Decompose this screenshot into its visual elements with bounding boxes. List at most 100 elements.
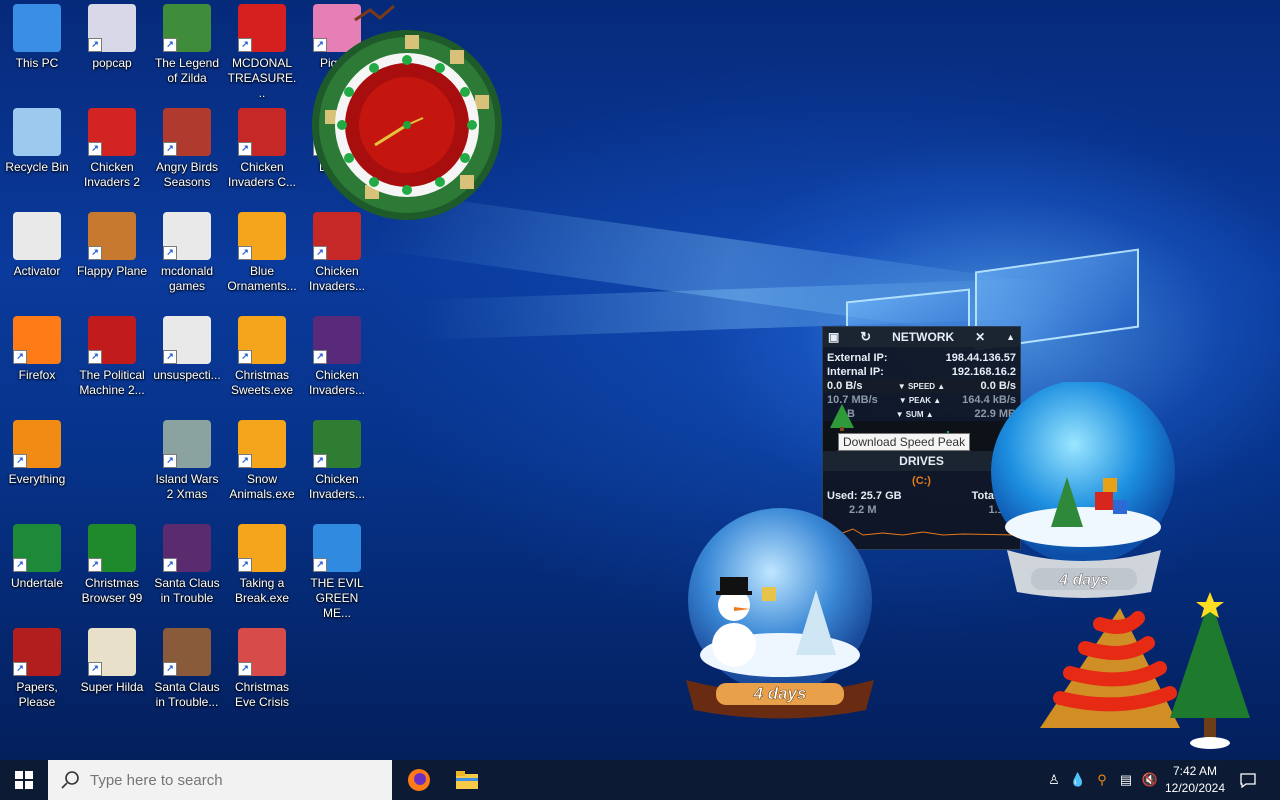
desktop-icon-label: The Legend of Zilda: [154, 56, 220, 85]
desktop-icon-label: Christmas Eve Crisis: [234, 680, 289, 709]
desktop-icon[interactable]: ↗ Christmas Browser 99: [75, 524, 149, 606]
desktop-icon-label: Chicken Invaders...: [308, 472, 366, 501]
shortcut-arrow-icon: ↗: [88, 350, 102, 364]
chicken-invaders-icon: ↗: [238, 108, 286, 156]
desktop-icon-label: Super Hilda: [80, 680, 144, 694]
desktop-icon[interactable]: ↗ MCDONAL TREASURE...: [225, 4, 299, 101]
collapse-icon[interactable]: ▲: [1006, 332, 1015, 342]
action-center-notification-icon[interactable]: [1238, 770, 1258, 790]
desktop[interactable]: This PC Recycle Bin Activator ↗ Firefox ↗ Ever…: [0, 0, 1280, 760]
shortcut-arrow-icon: ↗: [163, 38, 177, 52]
shortcut-arrow-icon: ↗: [238, 350, 252, 364]
people-tray-icon[interactable]: ♙: [1044, 770, 1064, 790]
desktop-icon[interactable]: ↗ Undertale: [0, 524, 74, 591]
santa-claus-icon: ↗: [163, 628, 211, 676]
desktop-icon[interactable]: This PC: [0, 4, 74, 71]
desktop-icon[interactable]: ↗ Santa Claus in Trouble...: [150, 628, 224, 710]
network-tray-icon[interactable]: ▤: [1116, 770, 1136, 790]
desktop-icon[interactable]: ↗ Christmas Eve Crisis: [225, 628, 299, 710]
desktop-icon[interactable]: ↗ Angry Birds Seasons: [150, 108, 224, 190]
shortcut-arrow-icon: ↗: [88, 38, 102, 52]
desktop-icon[interactable]: ↗ popcap: [75, 4, 149, 71]
shortcut-arrow-icon: ↗: [88, 558, 102, 572]
desktop-icon[interactable]: ↗ Firefox: [0, 316, 74, 383]
desktop-icon[interactable]: ↗ Blue Ornaments...: [225, 212, 299, 294]
desktop-icon-label: Snow Animals.exe: [229, 472, 295, 501]
desktop-icon[interactable]: ↗ Taking a Break.exe: [225, 524, 299, 606]
desktop-icon[interactable]: ↗ The Political Machine 2...: [75, 316, 149, 398]
volume-muted-tray-icon[interactable]: 🔇: [1140, 770, 1160, 790]
shortcut-arrow-icon: ↗: [238, 662, 252, 676]
desktop-icon[interactable]: Activator: [0, 212, 74, 279]
desktop-icon[interactable]: ↗ Chicken Invaders...: [300, 316, 374, 398]
shortcut-arrow-icon: ↗: [163, 454, 177, 468]
desktop-icon-label: This PC: [15, 56, 59, 70]
search-input[interactable]: [88, 770, 382, 790]
desktop-icon-label: Papers, Please: [16, 680, 58, 709]
desktop-icon[interactable]: Recycle Bin: [0, 108, 74, 175]
popcap-file-icon: ↗: [88, 4, 136, 52]
start-button[interactable]: [0, 760, 48, 800]
installer-exe-icon: ↗: [238, 420, 286, 468]
legend-of-zilda-icon: ↗: [163, 4, 211, 52]
monitor-icon[interactable]: ▣: [828, 330, 839, 344]
snow-globe-right[interactable]: 4 days: [985, 382, 1185, 604]
desktop-icon[interactable]: ↗ Papers, Please: [0, 628, 74, 710]
christmas-trees-gadget[interactable]: [1030, 588, 1260, 758]
desktop-icon[interactable]: ↗ The Legend of Zilda: [150, 4, 224, 86]
shortcut-arrow-icon: ↗: [13, 350, 27, 364]
desktop-icon[interactable]: ↗ Flappy Plane: [75, 212, 149, 279]
chicken-invaders-2-icon: ↗: [88, 108, 136, 156]
desktop-icon[interactable]: ↗ unsuspecti...: [150, 316, 224, 383]
internal-ip-value: 192.168.16.2: [951, 366, 1016, 378]
flappy-plane-icon: ↗: [88, 212, 136, 260]
desktop-icon-label: Recycle Bin: [5, 160, 69, 174]
desktop-icon[interactable]: ↗ Super Hilda: [75, 628, 149, 695]
desktop-icon[interactable]: ↗ Snow Animals.exe: [225, 420, 299, 502]
external-ip-label: External IP:: [827, 352, 888, 364]
desktop-icon-label: Chicken Invaders...: [308, 264, 366, 293]
desktop-icon[interactable]: ↗ Santa Claus in Trouble: [150, 524, 224, 606]
taskbar-file-explorer-button[interactable]: [443, 760, 491, 800]
water-drop-tray-icon[interactable]: 💧: [1068, 770, 1088, 790]
desktop-icon[interactable]: ↗ Chicken Invaders 2: [75, 108, 149, 190]
desktop-icon[interactable]: ↗ Chicken Invaders C...: [225, 108, 299, 190]
desktop-icon-label: Undertale: [10, 576, 64, 590]
clock-time: 7:42 AM: [1172, 764, 1218, 778]
christmas-tree-cursor-icon: [830, 404, 854, 431]
folder-icon: [13, 212, 61, 260]
installer-exe-icon: ↗: [238, 212, 286, 260]
shortcut-arrow-icon: ↗: [13, 454, 27, 468]
santa-face-icon: ↗: [238, 628, 286, 676]
desktop-icon[interactable]: ↗ Chicken Invaders...: [300, 420, 374, 502]
wreath-clock-gadget[interactable]: [295, 0, 520, 225]
internal-ip-label: Internal IP:: [827, 366, 884, 378]
refresh-icon[interactable]: ↻: [860, 329, 871, 345]
taskbar-search-box[interactable]: [48, 760, 392, 800]
download-speed-peak-tooltip: Download Speed Peak: [838, 433, 971, 451]
snow-globe-left[interactable]: 4 days: [676, 505, 886, 725]
desktop-icon-label: unsuspecti...: [153, 368, 221, 382]
desktop-icon[interactable]: ↗ mcdonald games: [150, 212, 224, 294]
desktop-icon-label: Activator: [13, 264, 61, 278]
shortcut-arrow-icon: ↗: [238, 454, 252, 468]
settings-tools-icon[interactable]: ✕: [975, 330, 985, 344]
angry-birds-icon: ↗: [163, 108, 211, 156]
desktop-icon[interactable]: ↗ Christmas Sweets.exe: [225, 316, 299, 398]
everything-search-tray-icon[interactable]: ⚲: [1092, 770, 1112, 790]
desktop-icon-label: Santa Claus in Trouble: [154, 576, 220, 605]
download-speed: 0.0 B/s: [827, 380, 863, 392]
desktop-icon[interactable]: ↗ Everything: [0, 420, 74, 487]
desktop-icon-label: mcdonald games: [160, 264, 214, 293]
taskbar-firefox-button[interactable]: [395, 760, 443, 800]
shortcut-arrow-icon: ↗: [163, 142, 177, 156]
desktop-icon-label: Santa Claus in Trouble...: [154, 680, 220, 709]
desktop-icon[interactable]: ↗ THE EVIL GREEN ME...: [300, 524, 374, 621]
installer-exe-icon: ↗: [238, 524, 286, 572]
recycle-bin-icon: [13, 108, 61, 156]
desktop-icon-label: Island Wars 2 Xmas: [155, 472, 219, 501]
taskbar-clock[interactable]: 7:42 AM 12/20/2024: [1162, 763, 1228, 797]
desktop-icon[interactable]: ↗ Island Wars 2 Xmas: [150, 420, 224, 502]
shortcut-arrow-icon: ↗: [238, 38, 252, 52]
shortcut-arrow-icon: ↗: [163, 662, 177, 676]
